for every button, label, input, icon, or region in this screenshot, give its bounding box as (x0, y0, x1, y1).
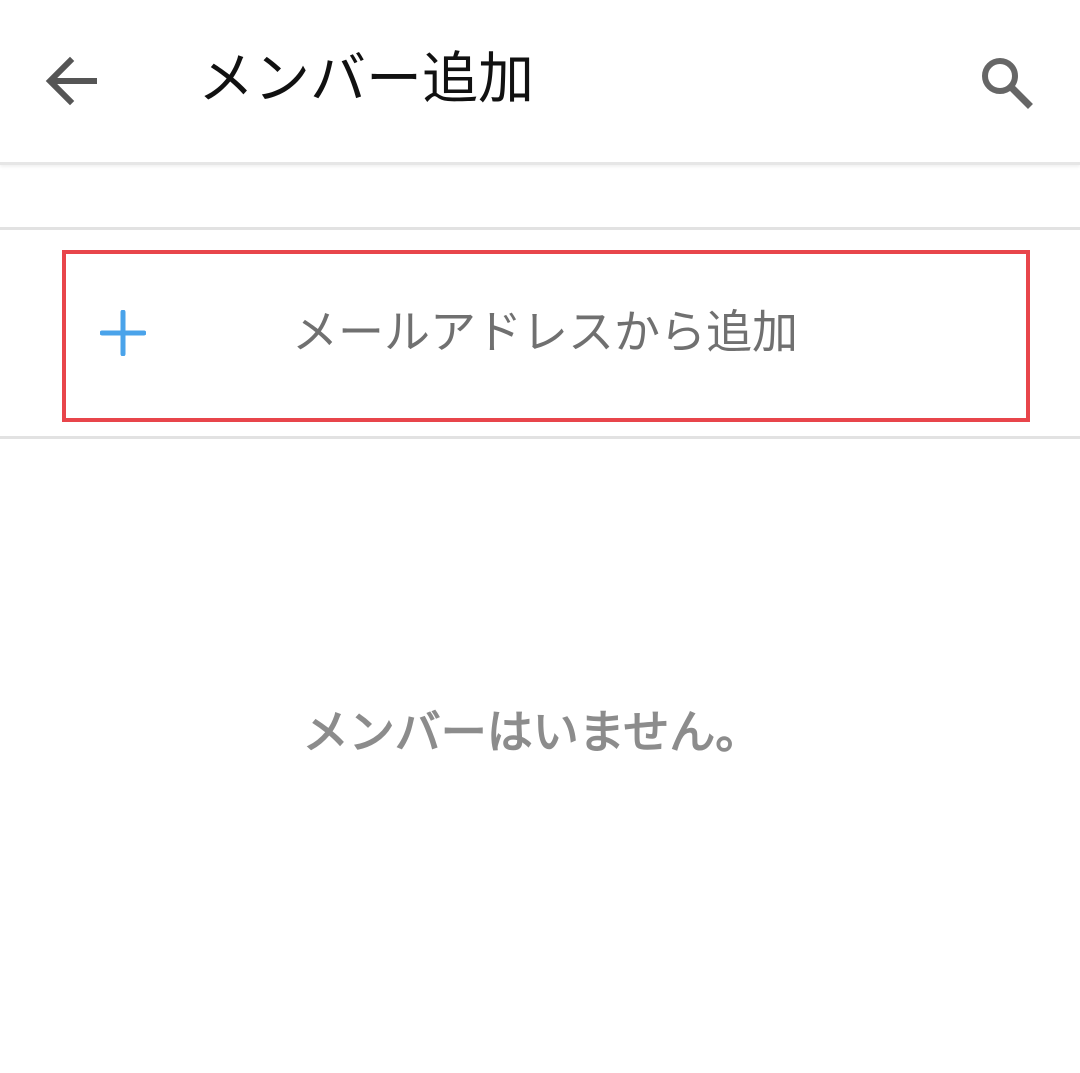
add-by-email-label: メールアドレスから追加 (292, 305, 798, 359)
page-title: メンバー追加 (198, 47, 534, 112)
list-divider-top (0, 227, 1080, 230)
arrow-left-icon (45, 56, 97, 106)
empty-members-message: メンバーはいません。 (302, 705, 762, 759)
search-button[interactable] (966, 46, 1046, 118)
list-divider-bottom (0, 436, 1080, 439)
add-by-email-button[interactable]: メールアドレスから追加 (62, 250, 1030, 422)
plus-icon (100, 310, 146, 356)
back-button[interactable] (30, 45, 114, 117)
app-bar: メンバー追加 (0, 0, 1080, 165)
search-icon (982, 58, 1033, 109)
